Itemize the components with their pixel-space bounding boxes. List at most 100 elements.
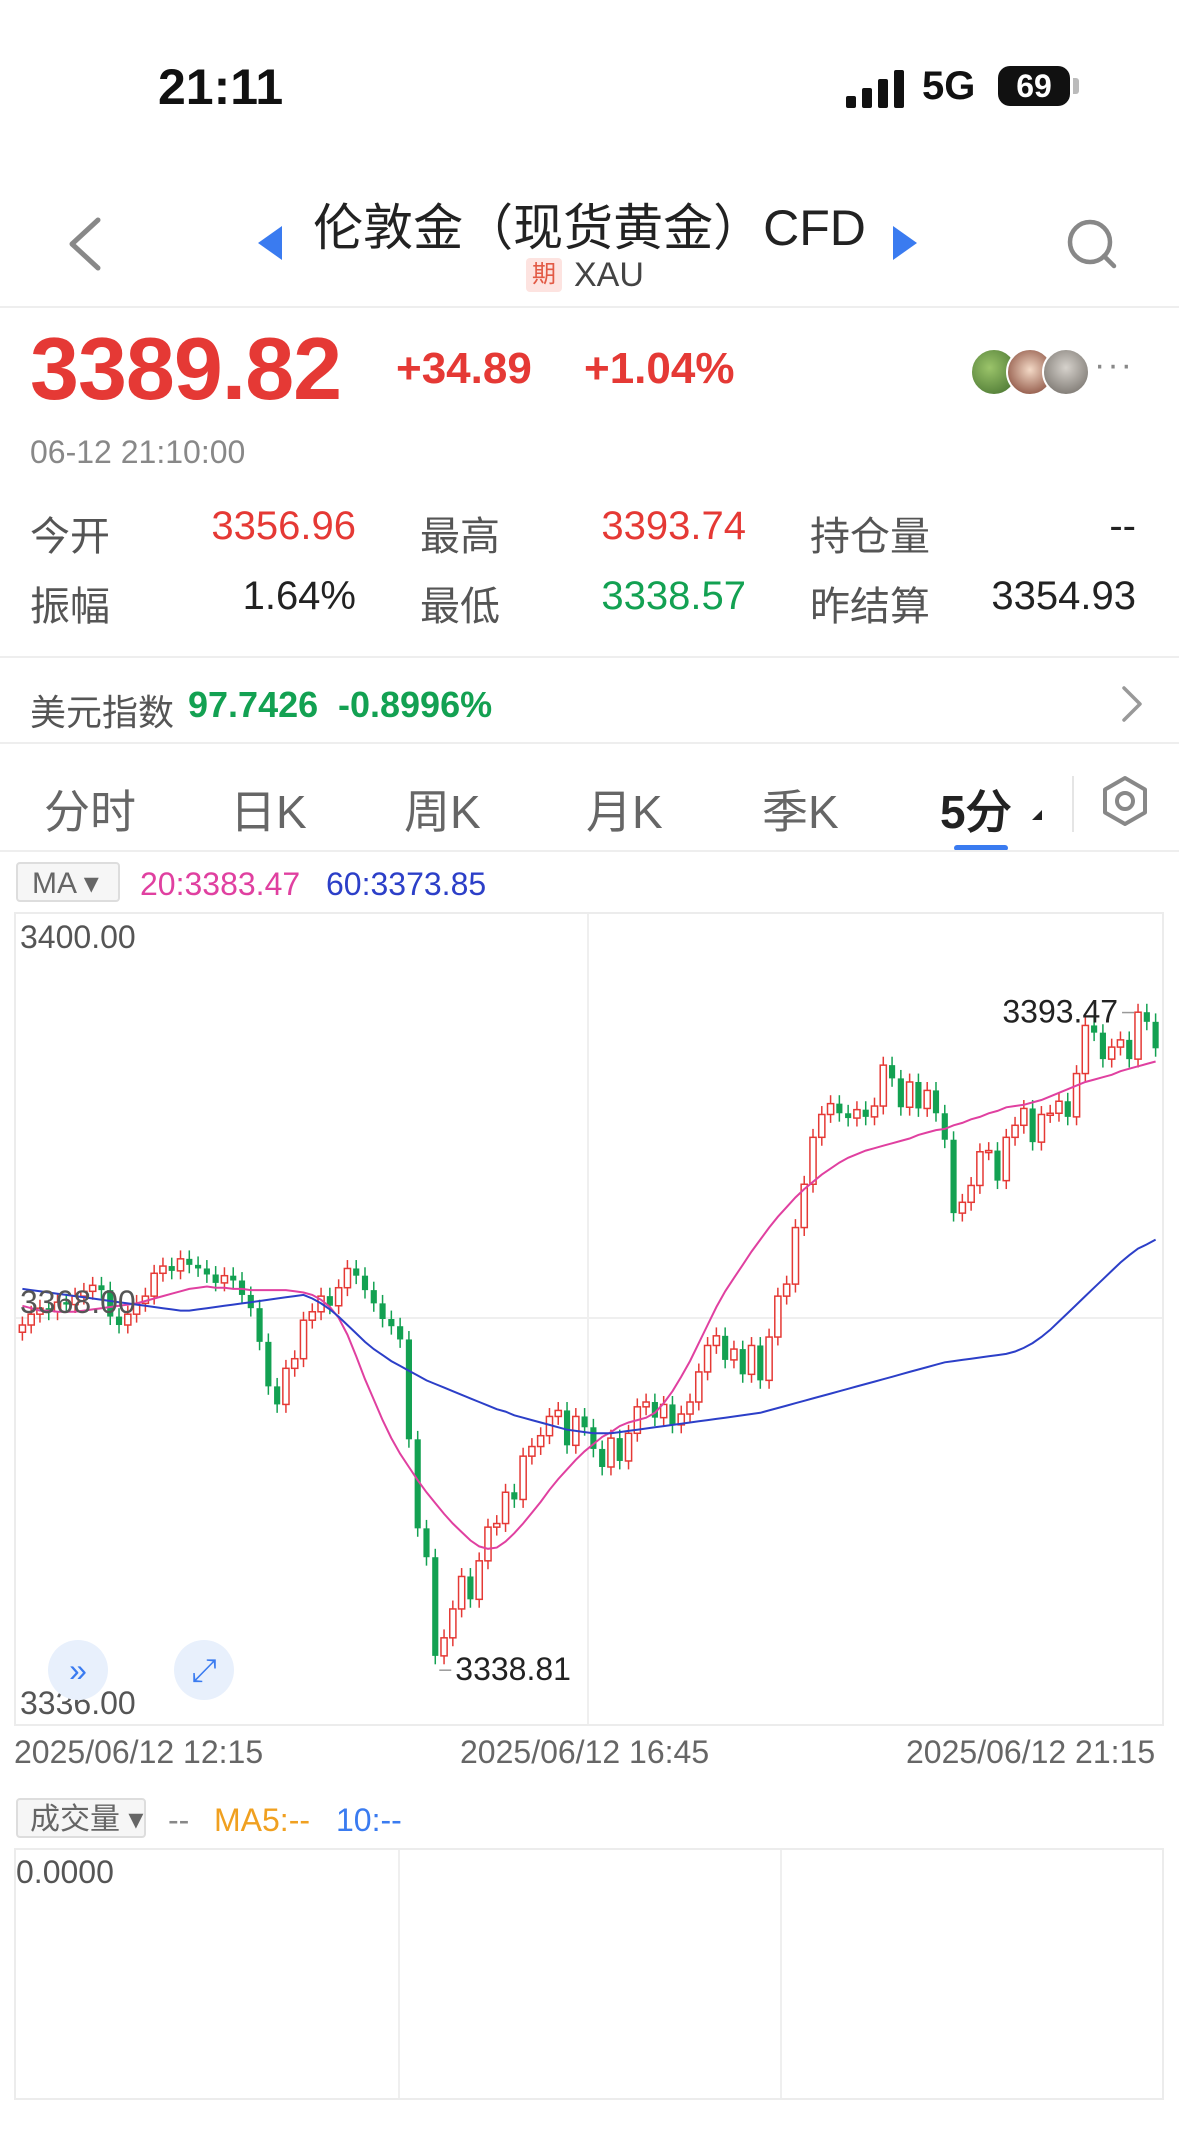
fullscreen-icon[interactable]: ⤢	[174, 1640, 234, 1700]
tab-weekly-k[interactable]: 周K	[404, 776, 481, 842]
volume-label: 成交量	[30, 1803, 120, 1836]
candle-body	[1002, 1136, 1011, 1182]
candle-body	[159, 1265, 167, 1275]
candle-body	[397, 1326, 404, 1340]
candle-body	[817, 1113, 826, 1139]
candle-body	[1126, 1039, 1133, 1060]
candle-body	[879, 1064, 888, 1107]
volume-chart[interactable]	[14, 1848, 1164, 2100]
candle-body	[994, 1150, 1001, 1181]
indicator-name: MA	[32, 867, 76, 900]
candle-body	[722, 1335, 729, 1360]
network-type: 5G	[922, 64, 976, 108]
candle-body	[1116, 1039, 1125, 1048]
candle-body	[730, 1348, 738, 1361]
candle-body	[703, 1344, 712, 1373]
candle-body	[941, 1113, 948, 1140]
candle-body	[1020, 1107, 1028, 1127]
next-instrument-icon[interactable]	[893, 226, 917, 260]
x-axis-label-mid: 2025/06/12 16:45	[460, 1734, 710, 1770]
user-avatar[interactable]	[1042, 348, 1090, 396]
candle-body	[168, 1266, 175, 1271]
candle-body	[1081, 1024, 1090, 1075]
search-icon[interactable]	[1064, 216, 1120, 272]
divider	[0, 742, 1179, 744]
candle-body	[230, 1275, 237, 1281]
candle-body	[642, 1401, 650, 1408]
volume-value: --	[168, 1802, 190, 1838]
candle-body	[747, 1344, 756, 1376]
candle-body	[1046, 1112, 1055, 1117]
chevron-right-icon[interactable]	[1120, 684, 1144, 724]
signal-icon	[846, 70, 904, 108]
tab-intraday[interactable]: 分时	[44, 776, 136, 842]
stat-value-open-interest: --	[1109, 504, 1136, 548]
candle-body	[282, 1367, 290, 1406]
index-label[interactable]: 美元指数	[30, 684, 174, 736]
candle-body	[782, 1283, 791, 1297]
tab-quarterly-k[interactable]: 季K	[762, 776, 839, 842]
stat-label-open-interest: 持仓量	[810, 515, 930, 559]
candle-body	[423, 1528, 430, 1558]
caret-down-icon[interactable]	[1032, 810, 1042, 820]
candle-body	[809, 1136, 817, 1185]
candle-body	[599, 1448, 606, 1467]
futures-badge: 期	[526, 258, 562, 292]
candle-body	[274, 1386, 281, 1405]
index-change: -0.8996%	[338, 684, 493, 725]
candle-body	[1029, 1108, 1036, 1143]
ma20-value: 20:3383.47	[140, 866, 301, 902]
x-axis-label-start: 2025/06/12 12:15	[14, 1734, 264, 1770]
candle-body	[958, 1201, 967, 1214]
stat-value-high: 3393.74	[601, 504, 746, 548]
stat-label-amplitude: 振幅	[30, 585, 110, 629]
candle-body	[976, 1151, 984, 1187]
candle-body	[536, 1434, 545, 1448]
candle-body	[176, 1258, 185, 1272]
candle-body	[290, 1357, 299, 1370]
settings-icon[interactable]	[1098, 774, 1152, 828]
candle-body	[361, 1275, 369, 1291]
candle-body	[1072, 1072, 1081, 1118]
candle-body	[757, 1345, 764, 1381]
volume-ma5: MA5:--	[214, 1802, 310, 1838]
low-annotation: 3338.81	[455, 1651, 571, 1687]
candle-body	[554, 1409, 563, 1418]
candle-body	[1037, 1113, 1046, 1143]
candle-body	[950, 1139, 957, 1214]
candle-body	[519, 1455, 527, 1501]
stat-value-amplitude: 1.64%	[242, 574, 356, 618]
expand-panel-icon[interactable]: »	[48, 1640, 108, 1700]
chart-gridline	[780, 1850, 782, 2098]
volume-indicator-select[interactable]: 成交量 ▾	[16, 1798, 146, 1838]
volume-axis-zero: 0.0000	[16, 1854, 114, 1890]
quote-timestamp: 06-12 21:10:00	[30, 434, 246, 470]
candle-body	[186, 1258, 193, 1265]
tab-monthly-k[interactable]: 月K	[586, 776, 663, 842]
tab-5min[interactable]: 5分	[940, 776, 1012, 842]
candle-body	[484, 1526, 492, 1562]
candle-body	[1134, 1011, 1142, 1060]
candle-body	[379, 1303, 386, 1319]
indicator-select[interactable]: MA ▾	[16, 862, 120, 902]
candle-body	[712, 1335, 721, 1347]
candle-body	[343, 1267, 352, 1289]
tab-daily-k[interactable]: 日K	[230, 776, 307, 842]
candle-body	[467, 1576, 474, 1600]
candle-body	[845, 1113, 852, 1119]
divider	[0, 656, 1179, 658]
candlestick-chart[interactable]: 3400.00 3368.00 3336.00 3393.47 3338.81	[14, 912, 1164, 1726]
candle-body	[905, 1081, 914, 1108]
price-change-percent: +1.04%	[584, 344, 735, 393]
candle-body	[915, 1081, 922, 1109]
ma60-value: 60:3373.85	[326, 866, 487, 902]
candle-body	[1152, 1021, 1159, 1049]
candle-body	[212, 1274, 219, 1283]
candle-body	[581, 1416, 588, 1428]
candle-body	[669, 1404, 676, 1425]
more-icon[interactable]: ···	[1094, 346, 1134, 385]
candle-body	[1099, 1032, 1106, 1060]
candle-body	[405, 1339, 412, 1440]
candle-body	[836, 1103, 843, 1114]
page-title: 伦敦金（现货黄金）CFD	[313, 200, 866, 256]
